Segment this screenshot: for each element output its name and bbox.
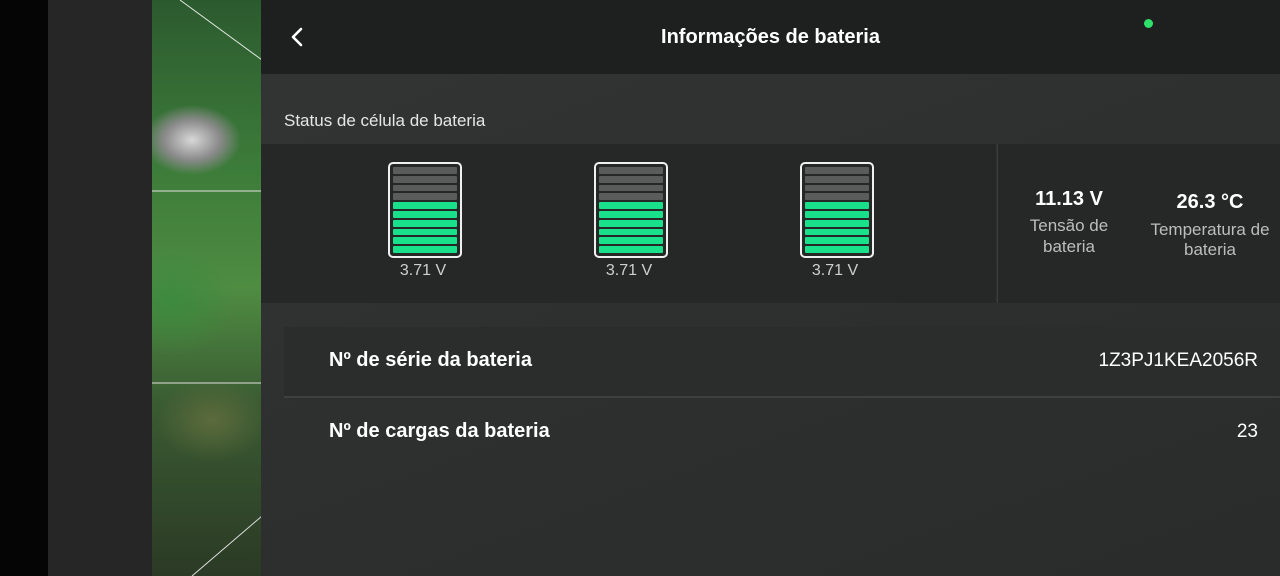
cell-segment [599, 246, 663, 253]
battery-cell-icon [594, 162, 668, 258]
camera-overlay-lines [152, 0, 262, 576]
charge-count-value: 23 [1236, 421, 1258, 442]
battery-cell-3: 3.71 V [800, 162, 874, 279]
cell-segment [599, 167, 663, 174]
serial-number-label: Nº de série da bateria [329, 349, 532, 371]
battery-cell-1: 3.71 V [388, 162, 462, 279]
left-edge [0, 0, 48, 576]
cell-segment [599, 193, 663, 201]
voltage-stat: 11.13 V Tensão de bateria [1018, 188, 1120, 257]
cell-segment [805, 228, 869, 236]
cell-segment [599, 202, 663, 209]
side-panel-background [48, 0, 152, 576]
cell-segment [805, 210, 869, 218]
battery-temperature-label: Temperatura de bateria [1150, 220, 1270, 259]
cell-segment [805, 219, 869, 227]
serial-number-row: Nº de série da bateria 1Z3PJ1KEA2056R [284, 327, 1280, 397]
section-title: Status de célula de bateria [284, 111, 486, 130]
camera-feed [152, 0, 262, 576]
battery-cells-panel: 3.71 V 3.71 V 3.71 V [261, 144, 996, 303]
cell-segment [393, 219, 457, 227]
cell-segment [393, 193, 457, 201]
cell-segment [805, 193, 869, 201]
charge-count-row: Nº de cargas da bateria 23 [284, 398, 1280, 468]
battery-cell-icon [388, 162, 462, 258]
cell-segment [393, 202, 457, 209]
cell-segment [599, 184, 663, 192]
battery-voltage-value: 11.13 V [1035, 188, 1103, 210]
battery-temperature-value: 26.3 °C [1176, 191, 1244, 213]
battery-stats-panel: 11.13 V Tensão de bateria 26.3 °C Temper… [997, 144, 1280, 303]
cell-voltage: 3.71 V [399, 262, 447, 279]
cell-segment [393, 228, 457, 236]
serial-number-value: 1Z3PJ1KEA2056R [1098, 350, 1259, 371]
status-indicator [1144, 19, 1153, 28]
cell-segment [393, 167, 457, 174]
cell-segment [599, 175, 663, 183]
page-title: Informações de bateria [661, 26, 880, 48]
temperature-stat: 26.3 °C Temperatura de bateria [1140, 191, 1280, 260]
cell-segment [393, 246, 457, 253]
cell-voltage: 3.71 V [811, 262, 859, 279]
cell-segment [599, 228, 663, 236]
battery-cell-2: 3.71 V [594, 162, 668, 279]
battery-info-panel: Informações de bateria Status de célula … [261, 0, 1280, 576]
charge-count-label: Nº de cargas da bateria [329, 420, 550, 442]
cell-segment [805, 202, 869, 209]
cell-segment [393, 184, 457, 192]
header-bar: Informações de bateria [261, 0, 1280, 74]
battery-cell-icon [800, 162, 874, 258]
cell-segment [599, 237, 663, 245]
cell-segment [805, 237, 869, 245]
cell-segment [599, 219, 663, 227]
cell-segment [599, 210, 663, 218]
cell-segment [393, 237, 457, 245]
cell-segment [805, 175, 869, 183]
battery-voltage-label: Tensão de bateria [1029, 216, 1109, 256]
cell-segment [805, 167, 869, 174]
cell-voltage: 3.71 V [605, 262, 653, 279]
cell-segment [393, 175, 457, 183]
cell-segment [393, 210, 457, 218]
cell-segment [805, 184, 869, 192]
cell-segment [805, 246, 869, 253]
